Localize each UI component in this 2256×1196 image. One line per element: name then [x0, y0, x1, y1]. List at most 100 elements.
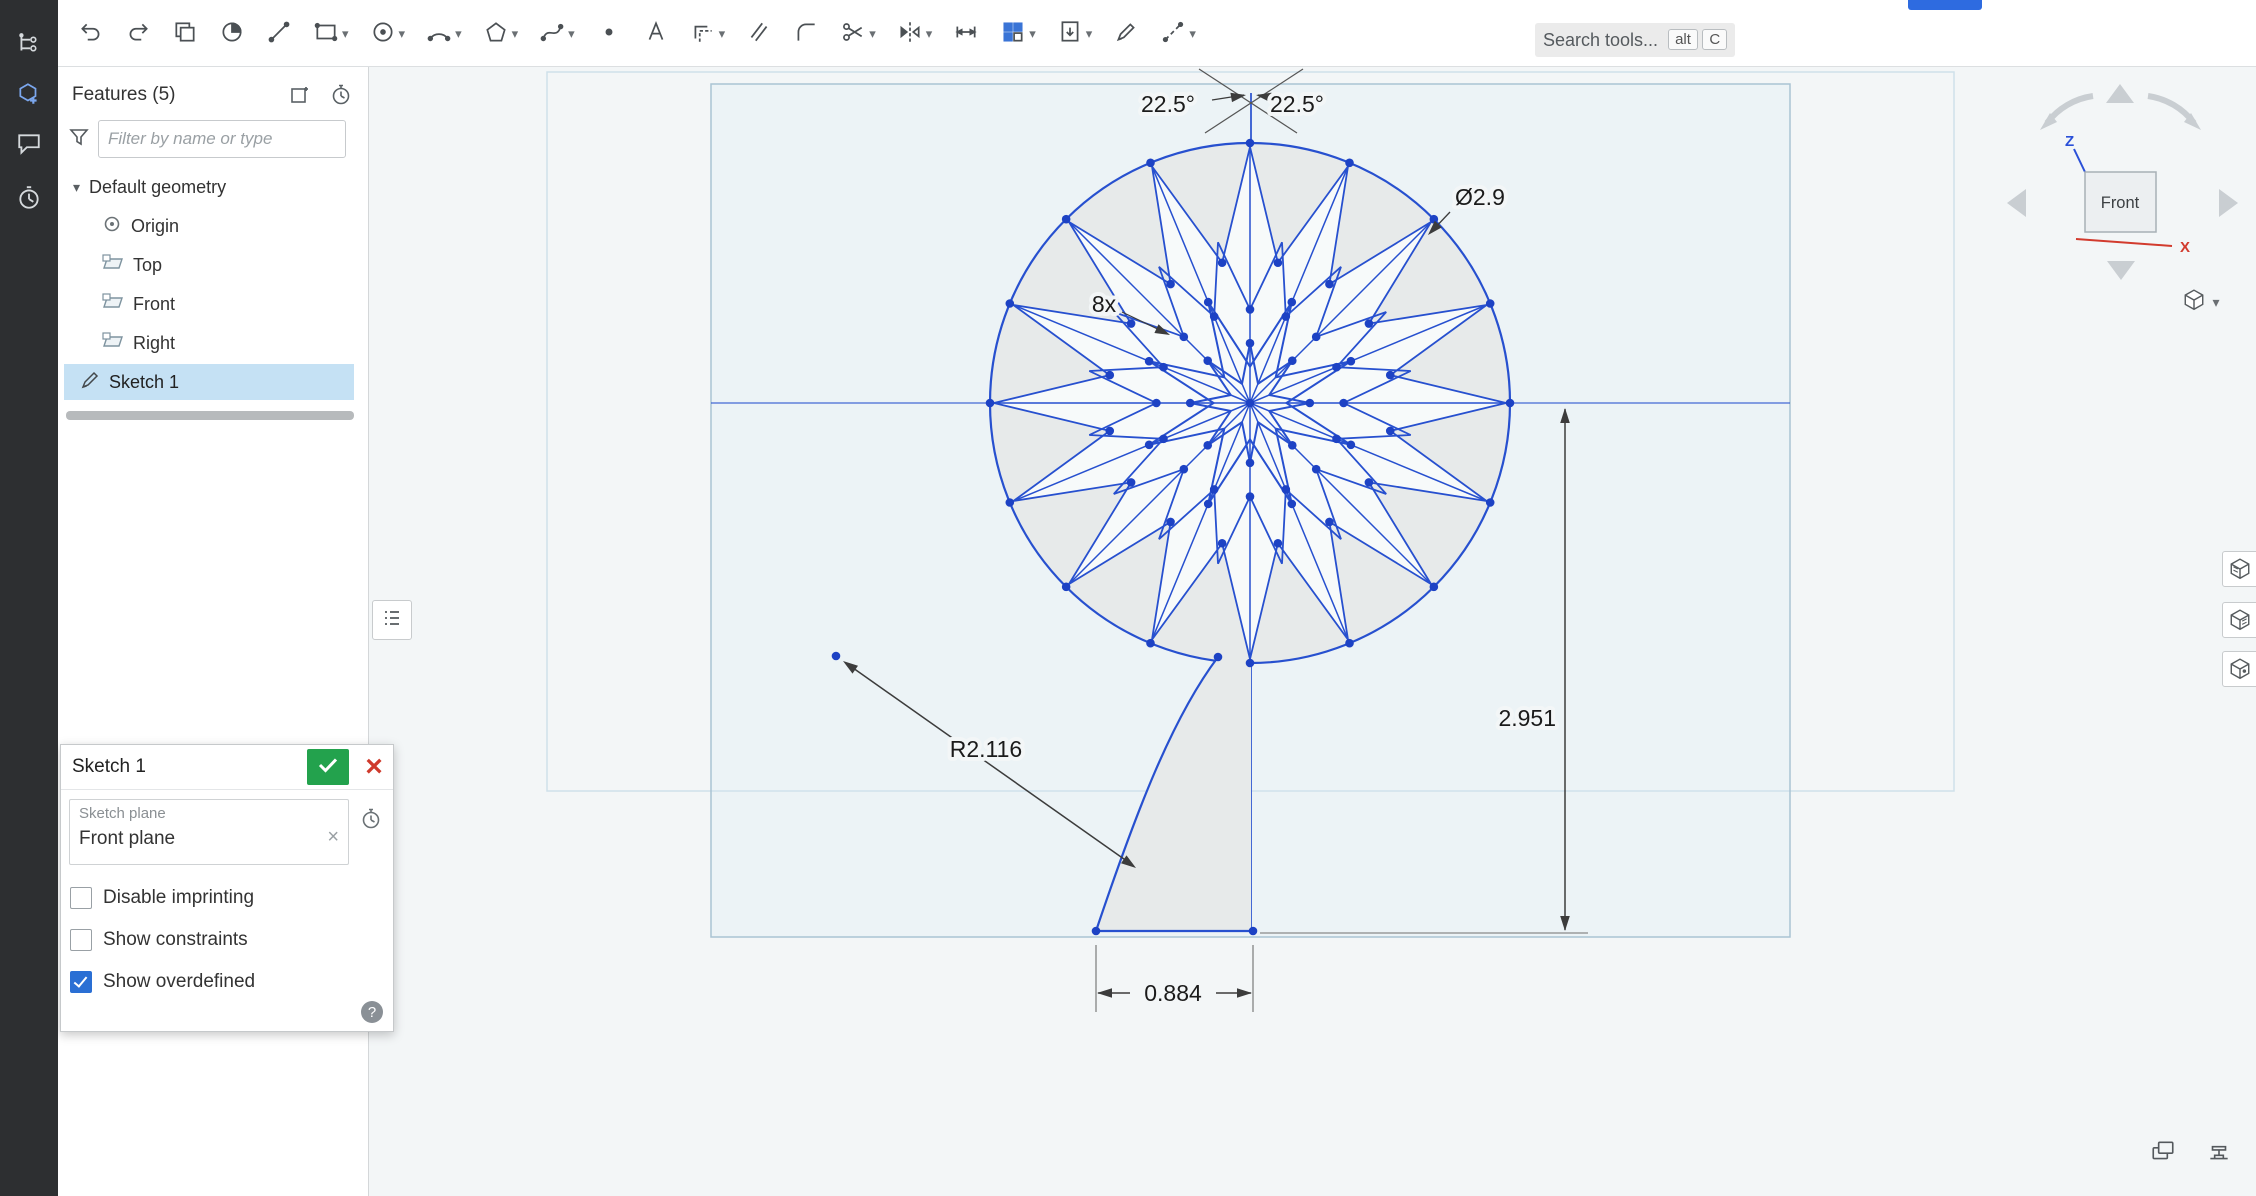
left-rail — [0, 0, 58, 1196]
undo-button[interactable] — [76, 14, 106, 54]
checkbox-row-show-overdefined[interactable]: Show overdefined — [70, 961, 255, 1003]
rollback-bar[interactable] — [66, 411, 354, 420]
cube-grid-icon[interactable] — [2222, 551, 2256, 587]
dim-diameter-label[interactable]: Ø2.9 — [1455, 184, 1505, 210]
chevron-down-icon[interactable]: ▾ — [1189, 26, 1196, 42]
dim-angle-right-label[interactable]: 22.5° — [1270, 91, 1324, 117]
arrow-right-icon[interactable] — [2219, 189, 2238, 217]
arrow-down-icon[interactable] — [2107, 261, 2135, 280]
spline-tool-button[interactable]: ▾ — [537, 14, 577, 54]
anvil-icon[interactable] — [2202, 1136, 2236, 1166]
keycap-alt: alt — [1668, 29, 1698, 50]
text-tool-button[interactable] — [641, 14, 671, 54]
dimension-tool-icon — [953, 19, 979, 50]
origin-icon — [102, 214, 122, 239]
tree-item-origin[interactable]: Origin — [58, 207, 368, 246]
pattern-tool-icon — [1000, 19, 1026, 50]
line-tool-button[interactable] — [264, 14, 294, 54]
rectangle-tool-button[interactable]: ▾ — [311, 14, 351, 54]
circle-tool-icon — [370, 19, 396, 50]
stopwatch-icon[interactable] — [328, 82, 354, 108]
chevron-down-icon[interactable]: ▾ — [568, 26, 575, 42]
insert-icon[interactable] — [13, 78, 45, 110]
clear-selection-icon[interactable]: × — [327, 826, 339, 849]
dim-angle-left-label[interactable]: 22.5° — [1141, 91, 1195, 117]
insert-after-icon[interactable] — [288, 82, 314, 108]
cancel-button[interactable]: × — [357, 749, 391, 785]
dimension-tool-button[interactable] — [951, 14, 981, 54]
dim-count-label[interactable]: 8x — [1092, 291, 1117, 317]
arrow-up-icon[interactable] — [2106, 84, 2134, 103]
dxf-tool-button[interactable]: ▾ — [1055, 14, 1095, 54]
history-icon[interactable] — [359, 807, 383, 836]
mirror-tool-button[interactable]: ▾ — [895, 14, 935, 54]
offset-tool-icon — [690, 19, 716, 50]
toolbar: ▾ ▾ ▾ ▾ ▾ ▾ ▾ ▾ ▾ ▾ ▾ Search tools... alt C — [58, 0, 2256, 67]
sheet-stack-icon[interactable] — [2146, 1136, 2180, 1166]
chevron-down-icon[interactable]: ▾ — [512, 26, 519, 42]
tree-item-right[interactable]: Right — [58, 324, 368, 363]
comment-icon[interactable] — [13, 128, 45, 160]
tree-items: Origin TopFrontRight — [58, 207, 368, 363]
checkbox-label: Show constraints — [103, 929, 248, 951]
offset-tool-button[interactable]: ▾ — [688, 14, 728, 54]
chevron-down-icon[interactable]: ▾ — [342, 26, 349, 42]
plane-icon — [102, 331, 124, 356]
arrow-left-icon[interactable] — [2007, 189, 2026, 217]
point-tool-button[interactable] — [594, 14, 624, 54]
chevron-down-icon[interactable]: ▾ — [455, 26, 462, 42]
tree-item-label: Origin — [131, 216, 179, 237]
chevron-down-icon[interactable]: ▾ — [1029, 26, 1036, 42]
cube-pattern-icon[interactable] — [2222, 602, 2256, 638]
checkbox-row-disable-imprinting[interactable]: Disable imprinting — [70, 877, 255, 919]
dxf-tool-icon — [1057, 19, 1083, 50]
confirm-button[interactable] — [307, 749, 349, 785]
chevron-down-icon[interactable]: ▾ — [73, 179, 80, 196]
history-icon[interactable] — [13, 182, 45, 214]
chevron-down-icon[interactable]: ▾ — [399, 26, 406, 42]
chevron-down-icon[interactable]: ▾ — [926, 26, 933, 42]
header-blue-button[interactable] — [1908, 0, 1982, 10]
cube-person-icon[interactable] — [2222, 651, 2256, 687]
feature-list-toggle-button[interactable] — [372, 600, 412, 640]
checkbox-show-constraints[interactable] — [70, 929, 92, 951]
chevron-down-icon[interactable]: ▾ — [719, 26, 726, 42]
pattern-tool-button[interactable]: ▾ — [998, 14, 1038, 54]
tree-item-top[interactable]: Top — [58, 246, 368, 285]
trim-tool-button[interactable]: ▾ — [838, 14, 878, 54]
arc-tool-button[interactable]: ▾ — [424, 14, 464, 54]
dim-radius-label[interactable]: R2.116 — [950, 736, 1022, 762]
polygon-tool-button[interactable]: ▾ — [481, 14, 521, 54]
checkbox-disable-imprinting[interactable] — [70, 887, 92, 909]
pie-button[interactable] — [217, 14, 247, 54]
checkbox-row-show-constraints[interactable]: Show constraints — [70, 919, 255, 961]
construction-tool-button[interactable]: ▾ — [1158, 14, 1198, 54]
text-tool-icon — [643, 19, 669, 50]
tree-item-sketch-1[interactable]: Sketch 1 — [64, 364, 354, 400]
pen-tool-button[interactable] — [1111, 14, 1141, 54]
dim-height-label[interactable]: 2.951 — [1498, 705, 1556, 731]
tree-group-default-geometry[interactable]: ▾ Default geometry — [58, 168, 368, 207]
layers-button[interactable] — [170, 14, 200, 54]
view-options-button[interactable]: ▾ — [2170, 286, 2232, 318]
parallel-tool-button[interactable] — [744, 14, 774, 54]
feature-tree-icon[interactable] — [13, 28, 45, 60]
circle-tool-button[interactable]: ▾ — [368, 14, 408, 54]
funnel-icon[interactable] — [68, 126, 90, 153]
view-cube-face-label[interactable]: Front — [2101, 194, 2140, 212]
search-tools-button[interactable]: Search tools... alt C — [1535, 23, 1735, 57]
fillet-tool-button[interactable] — [791, 14, 821, 54]
dialog-checkboxes: Disable imprinting Show constraints Show o… — [70, 877, 255, 1003]
close-icon: × — [365, 750, 383, 784]
point-tool-icon — [596, 19, 622, 50]
tree-item-front[interactable]: Front — [58, 285, 368, 324]
sketch-plane-field[interactable]: Sketch plane Front plane × — [69, 799, 349, 865]
chevron-down-icon[interactable]: ▾ — [1086, 26, 1093, 42]
help-icon[interactable]: ? — [361, 1001, 383, 1023]
view-cube[interactable]: Front Z X — [1995, 70, 2250, 295]
checkbox-show-overdefined[interactable] — [70, 971, 92, 993]
redo-button[interactable] — [123, 14, 153, 54]
chevron-down-icon[interactable]: ▾ — [869, 26, 876, 42]
filter-input[interactable] — [98, 120, 346, 158]
dim-width-label[interactable]: 0.884 — [1144, 980, 1202, 1006]
